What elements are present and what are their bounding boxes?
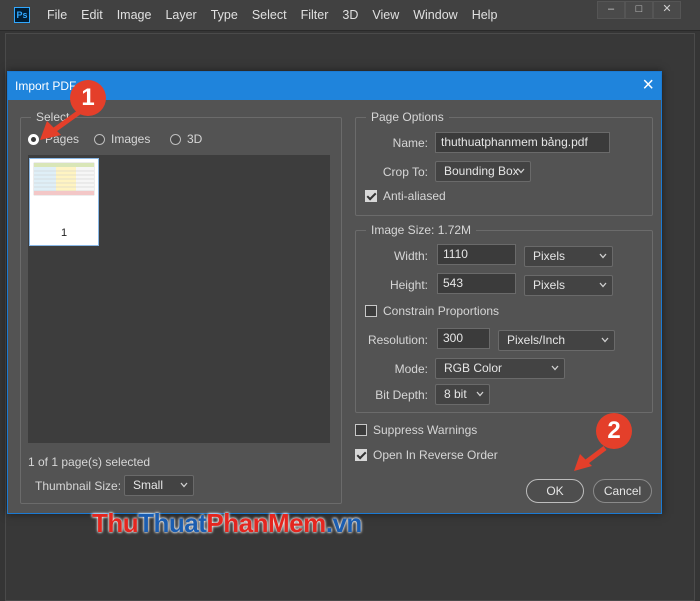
dialog-title: Import PDF	[15, 79, 77, 93]
mode-label: Mode:	[394, 362, 428, 376]
menu-bar: Ps File Edit Image Layer Type Select Fil…	[0, 0, 700, 31]
crop-to-label: Crop To:	[382, 165, 428, 179]
crop-to-select[interactable]: Bounding Box	[435, 161, 531, 182]
width-unit-select[interactable]: Pixels	[524, 246, 613, 267]
width-unit-value: Pixels	[533, 249, 566, 263]
height-input[interactable]: 543	[437, 273, 516, 294]
height-unit-select[interactable]: Pixels	[524, 275, 613, 296]
chevron-down-icon	[599, 253, 607, 259]
thumbnail-page-number: 1	[60, 227, 68, 239]
page-thumbnail[interactable]: 1	[29, 158, 99, 246]
resolution-unit-value: Pixels/Inch	[507, 333, 566, 347]
watermark-logo: ThuThuatPhanMem.vn	[92, 508, 362, 539]
3d-radio[interactable]	[170, 134, 181, 145]
select-legend: Select	[36, 110, 70, 124]
constrain-proportions-label[interactable]: Constrain Proportions	[383, 304, 499, 318]
step-1-badge: 1	[70, 80, 106, 116]
menu-layer[interactable]: Layer	[158, 0, 203, 30]
import-pdf-dialog: Import PDF × Select Pages Images 3D 1 1 …	[7, 71, 662, 514]
reverse-order-label[interactable]: Open In Reverse Order	[373, 448, 498, 462]
resolution-input[interactable]: 300	[437, 328, 490, 349]
thumbnail-size-label: Thumbnail Size:	[35, 479, 122, 493]
watermark-part-3: PhanMem	[206, 508, 326, 538]
menu-view[interactable]: View	[365, 0, 406, 30]
step-2-badge: 2	[596, 413, 632, 449]
crop-to-value: Bounding Box	[444, 164, 519, 178]
image-size-legend: Image Size: 1.72M	[371, 223, 472, 237]
anti-aliased-label[interactable]: Anti-aliased	[383, 189, 446, 203]
chevron-down-icon	[517, 168, 525, 174]
images-label[interactable]: Images	[111, 132, 150, 146]
chevron-down-icon	[599, 282, 607, 288]
thumbnail-size-select[interactable]: Small	[124, 475, 194, 496]
menu-edit[interactable]: Edit	[74, 0, 110, 30]
pages-radio[interactable]	[28, 134, 39, 145]
suppress-warnings-label[interactable]: Suppress Warnings	[373, 423, 477, 437]
images-radio[interactable]	[94, 134, 105, 145]
chevron-down-icon	[551, 365, 559, 371]
close-icon[interactable]: ×	[642, 74, 654, 96]
resolution-unit-select[interactable]: Pixels/Inch	[498, 330, 615, 351]
menu-select[interactable]: Select	[245, 0, 294, 30]
menu-help[interactable]: Help	[465, 0, 505, 30]
watermark-part-1: Thu	[92, 508, 139, 538]
reverse-order-checkbox[interactable]	[355, 449, 367, 461]
window-close-icon[interactable]: ✕	[653, 1, 681, 19]
mode-value: RGB Color	[444, 361, 503, 375]
thumbnail-preview-icon	[33, 162, 95, 196]
resolution-label: Resolution:	[367, 333, 428, 347]
thumbnail-size-value: Small	[133, 478, 164, 492]
constrain-proportions-checkbox[interactable]	[365, 305, 377, 317]
watermark-part-4: .vn	[325, 508, 363, 538]
width-input[interactable]: 1110	[437, 244, 516, 265]
menu-filter[interactable]: Filter	[294, 0, 336, 30]
watermark-part-2: Thuat	[138, 508, 207, 538]
page-options-legend: Page Options	[371, 110, 444, 124]
height-label: Height:	[389, 278, 428, 292]
photoshop-logo-icon: Ps	[14, 7, 30, 23]
suppress-warnings-checkbox[interactable]	[355, 424, 367, 436]
name-input[interactable]: thuthuatphanmem bảng.pdf	[435, 132, 610, 153]
chevron-down-icon	[601, 337, 609, 343]
minimize-icon[interactable]: –	[597, 1, 625, 19]
bit-depth-value: 8 bit	[444, 387, 467, 401]
menu-type[interactable]: Type	[204, 0, 245, 30]
menu-image[interactable]: Image	[110, 0, 159, 30]
bit-depth-label: Bit Depth:	[375, 388, 428, 402]
mode-select[interactable]: RGB Color	[435, 358, 565, 379]
menu-3d[interactable]: 3D	[335, 0, 365, 30]
menu-items: File Edit Image Layer Type Select Filter…	[40, 0, 504, 30]
maximize-icon[interactable]: □	[625, 1, 653, 19]
anti-aliased-checkbox[interactable]	[365, 190, 377, 202]
selection-status: 1 of 1 page(s) selected	[28, 455, 151, 469]
name-label: Name:	[392, 136, 428, 150]
3d-label[interactable]: 3D	[187, 132, 202, 146]
pages-label[interactable]: Pages	[45, 132, 79, 146]
chevron-down-icon	[476, 391, 484, 397]
width-label: Width:	[393, 249, 428, 263]
height-unit-value: Pixels	[533, 278, 566, 292]
cancel-button[interactable]: Cancel	[593, 479, 652, 503]
chevron-down-icon	[180, 482, 188, 488]
menu-file[interactable]: File	[40, 0, 74, 30]
ok-button[interactable]: OK	[526, 479, 584, 503]
menu-window[interactable]: Window	[406, 0, 464, 30]
bit-depth-select[interactable]: 8 bit	[435, 384, 490, 405]
